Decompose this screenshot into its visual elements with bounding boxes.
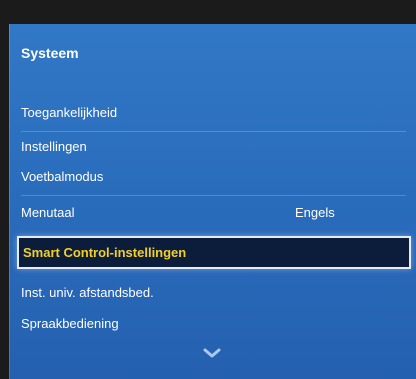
menu-item-label-selected: Smart Control-instellingen	[23, 245, 187, 260]
menu-item-label: Voetbalmodus	[21, 169, 104, 184]
menu-item-spraakbediening[interactable]: Spraakbediening	[21, 314, 406, 334]
divider	[21, 131, 406, 132]
menu-item-label: Menutaal	[21, 205, 75, 220]
menu-item-smart-control-instellingen[interactable]: Smart Control-instellingen	[17, 236, 411, 269]
menu-item-instellingen[interactable]: Instellingen	[21, 137, 406, 157]
menu-title: Systeem	[21, 45, 79, 61]
divider	[21, 195, 406, 196]
menu-item-label: Toegankelijkheid	[21, 105, 118, 120]
chevron-down-icon[interactable]	[202, 348, 222, 360]
menu-item-label: Spraakbediening	[21, 316, 119, 331]
menu-item-menutaal[interactable]: Menutaal Engels	[21, 203, 406, 223]
tv-screen: Systeem Toegankelijkheid Instellingen Vo…	[0, 0, 416, 379]
menu-item-inst-univ-afstandsbed[interactable]: Inst. univ. afstandsbed.	[21, 283, 406, 303]
menu-item-label: Inst. univ. afstandsbed.	[21, 285, 154, 300]
menu-item-label: Instellingen	[21, 139, 87, 154]
menu-item-toegankelijkheid[interactable]: Toegankelijkheid	[21, 103, 406, 123]
menu-item-voetbalmodus[interactable]: Voetbalmodus	[21, 167, 406, 187]
menu-item-value: Engels	[295, 205, 335, 220]
